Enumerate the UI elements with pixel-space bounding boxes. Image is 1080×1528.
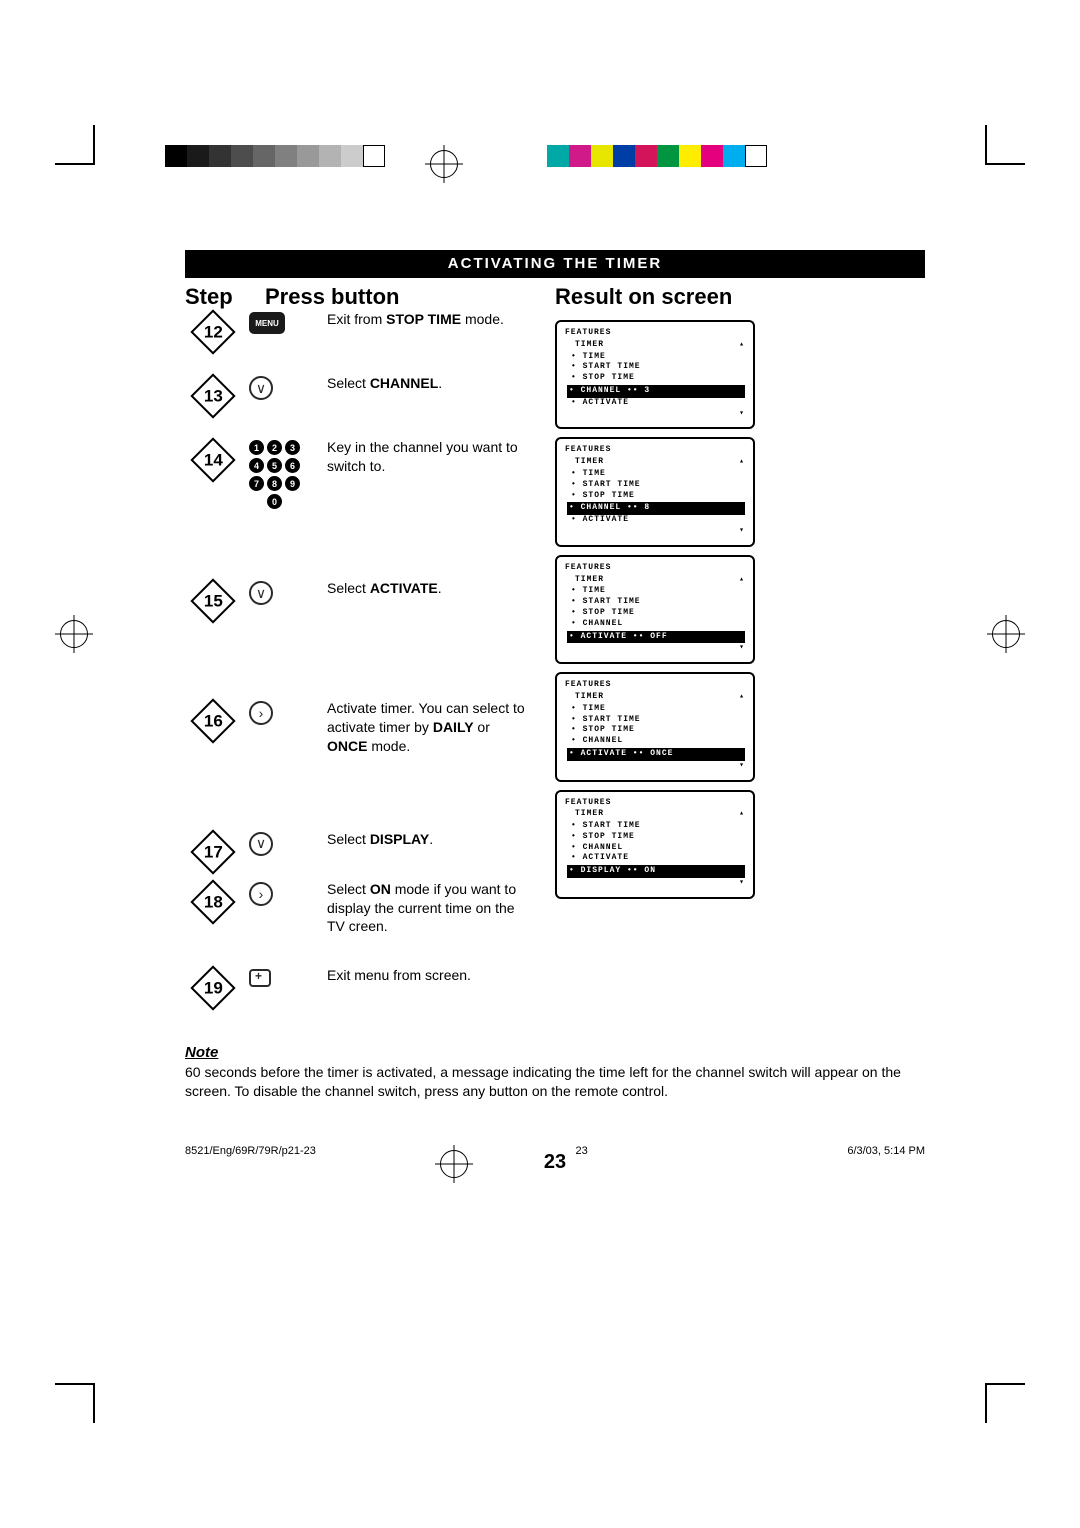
- press-button-cell: ∨: [249, 374, 327, 400]
- right-arrow-icon: ›: [249, 882, 273, 906]
- crop-mark: [55, 1383, 95, 1423]
- step-diamond: 19: [190, 966, 235, 1011]
- step-diamond: 13: [190, 373, 235, 418]
- press-button-cell: ›: [249, 880, 327, 906]
- keypad-icon: 1234567890: [249, 440, 300, 509]
- step-diamond: 17: [190, 829, 235, 874]
- grayscale-bars: [165, 145, 385, 167]
- osd-screen: FEATURESTIMER▴• TIME• START TIME• STOP T…: [555, 555, 755, 664]
- step-description: Select ACTIVATE.: [327, 579, 527, 598]
- step-diamond: 16: [190, 698, 235, 743]
- note-body: 60 seconds before the timer is activated…: [185, 1063, 925, 1101]
- press-button-cell: ∨: [249, 830, 327, 856]
- osd-screen: FEATURESTIMER▴• START TIME• STOP TIME• C…: [555, 790, 755, 899]
- footer-left: 8521/Eng/69R/79R/p21-23: [185, 1145, 316, 1157]
- down-arrow-icon: ∨: [249, 832, 273, 856]
- step-description: Select ON mode if you want to display th…: [327, 880, 527, 937]
- result-screens: FEATURESTIMER▴• TIME• START TIME• STOP T…: [555, 320, 755, 907]
- registration-mark: [60, 620, 88, 648]
- crop-mark: [985, 125, 1025, 165]
- note-heading: Note: [185, 1044, 925, 1061]
- step-description: Exit from STOP TIME mode.: [327, 310, 527, 329]
- column-headers: Step Press button Result on screen: [185, 284, 925, 310]
- color-bars: [547, 145, 767, 167]
- crop-mark: [985, 1383, 1025, 1423]
- crop-mark: [55, 125, 95, 165]
- step-description: Select DISPLAY.: [327, 830, 527, 849]
- press-button-cell: ∨: [249, 579, 327, 605]
- print-footer: 8521/Eng/69R/79R/p21-23 23 6/3/03, 5:14 …: [185, 1145, 925, 1157]
- down-arrow-icon: ∨: [249, 581, 273, 605]
- col-press: Press button: [265, 284, 545, 310]
- press-button-cell: 1234567890: [249, 438, 327, 509]
- step-diamond: 12: [190, 309, 235, 354]
- step-diamond: 14: [190, 437, 235, 482]
- down-arrow-icon: ∨: [249, 376, 273, 400]
- footer-right: 6/3/03, 5:14 PM: [847, 1145, 925, 1157]
- osd-screen: FEATURESTIMER▴• TIME• START TIME• STOP T…: [555, 672, 755, 781]
- press-button-cell: ›: [249, 699, 327, 725]
- right-arrow-icon: ›: [249, 701, 273, 725]
- col-step: Step: [185, 284, 265, 310]
- step-row: 19Exit menu from screen.: [185, 966, 925, 1004]
- step-description: Exit menu from screen.: [327, 966, 527, 985]
- step-description: Select CHANNEL.: [327, 374, 527, 393]
- osd-screen: FEATURESTIMER▴• TIME• START TIME• STOP T…: [555, 320, 755, 429]
- section-title: ACTIVATING THE TIMER: [185, 250, 925, 278]
- step-description: Activate timer. You can select to activa…: [327, 699, 527, 756]
- step-diamond: 15: [190, 578, 235, 623]
- manual-page: ACTIVATING THE TIMER Step Press button R…: [185, 250, 925, 1174]
- note-block: Note 60 seconds before the timer is acti…: [185, 1044, 925, 1101]
- step-diamond: 18: [190, 879, 235, 924]
- press-button-cell: [249, 966, 327, 987]
- col-result: Result on screen: [545, 284, 925, 310]
- menu-button-icon: MENU: [249, 312, 285, 334]
- registration-mark: [992, 620, 1020, 648]
- step-description: Key in the channel you want to switch to…: [327, 438, 527, 476]
- osd-screen: FEATURESTIMER▴• TIME• START TIME• STOP T…: [555, 437, 755, 546]
- press-button-cell: MENU: [249, 310, 327, 334]
- tv-exit-icon: [249, 969, 271, 987]
- footer-mid: 23: [575, 1145, 587, 1157]
- registration-mark: [430, 150, 458, 178]
